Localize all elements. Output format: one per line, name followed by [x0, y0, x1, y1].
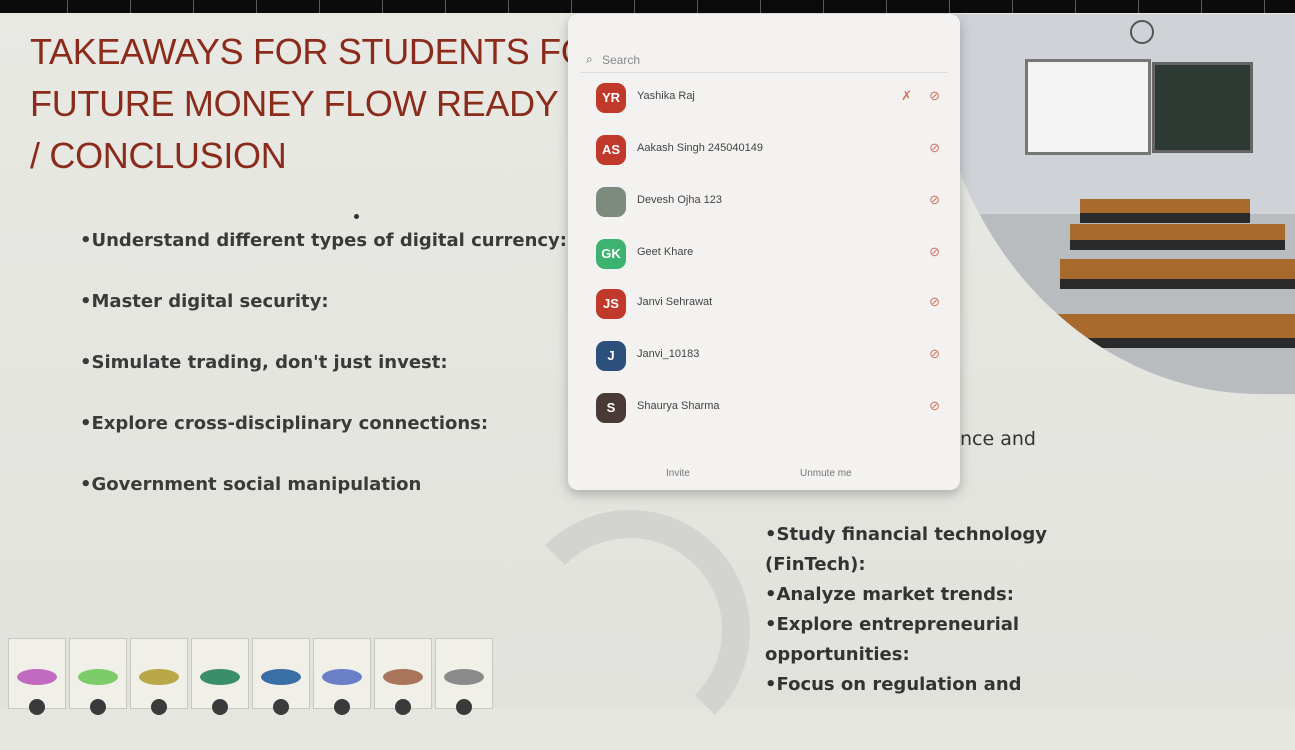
- bullet-item: •Simulate trading, don't just invest:: [80, 352, 448, 373]
- participant-row[interactable]: J Janvi_10183 ⊘: [596, 336, 948, 376]
- search-icon: ⌕: [586, 52, 593, 66]
- topbar-divider: [634, 0, 635, 13]
- topbar-divider: [445, 0, 446, 13]
- decorative-swirl: [510, 510, 750, 750]
- topbar-divider: [760, 0, 761, 13]
- classroom-photo: [930, 14, 1295, 394]
- avatar: AS: [596, 135, 626, 165]
- participant-row[interactable]: AS Aakash Singh 245040149 ⊘: [596, 130, 948, 170]
- participant-row[interactable]: S Shaurya Sharma ⊘: [596, 388, 948, 428]
- right-bullet-item: •Analyze market trends:: [765, 584, 1014, 605]
- unmute-button[interactable]: Unmute me: [800, 468, 852, 479]
- topbar-divider: [823, 0, 824, 13]
- banknote: [191, 638, 249, 715]
- right-bullet-item: •Explore entrepreneurial opportunities:: [765, 614, 1020, 665]
- avatar: J: [596, 341, 626, 371]
- banknote: [435, 638, 493, 715]
- banknote: [130, 638, 188, 715]
- desk: [1070, 224, 1285, 250]
- presentation-slide: TAKEAWAYS FOR STUDENTS FO FUTURE MONEY F…: [0, 0, 1295, 750]
- video-off-icon[interactable]: ⊘: [929, 294, 940, 310]
- takeaways-list: •Understand different types of digital c…: [80, 230, 567, 535]
- top-bar: [0, 0, 1295, 13]
- right-bullets: •Study financial technology (FinTech): •…: [765, 520, 1065, 700]
- participant-name: Aakash Singh 245040149: [637, 142, 763, 154]
- topbar-divider: [1264, 0, 1265, 13]
- banknote: [374, 638, 432, 715]
- whiteboard: [1025, 59, 1151, 155]
- participant-name: Devesh Ojha 123: [637, 194, 722, 206]
- participant-name: Geet Khare: [637, 246, 694, 258]
- mic-muted-icon[interactable]: ✗: [901, 88, 912, 104]
- right-bullet-item: •Study financial technology (FinTech):: [765, 524, 1047, 575]
- bullet-item: •Master digital security:: [80, 291, 329, 312]
- participant-name: Shaurya Sharma: [637, 400, 720, 412]
- bullet-item: •Government social manipulation: [80, 474, 422, 495]
- topbar-divider: [949, 0, 950, 13]
- title-line-3: / CONCLUSION: [30, 135, 287, 176]
- topbar-divider: [1201, 0, 1202, 13]
- topbar-divider: [1138, 0, 1139, 13]
- participant-name: Janvi Sehrawat: [637, 296, 713, 308]
- avatar: YR: [596, 83, 626, 113]
- video-off-icon[interactable]: ⊘: [929, 140, 940, 156]
- wall-clock: [1130, 20, 1154, 44]
- topbar-divider: [256, 0, 257, 13]
- topbar-divider: [1012, 0, 1013, 13]
- right-bullet-item: •Focus on regulation and: [765, 674, 1022, 695]
- participant-row[interactable]: Devesh Ojha 123 ⊘: [596, 182, 948, 222]
- panel-header: [568, 14, 960, 44]
- topbar-divider: [886, 0, 887, 13]
- video-off-icon[interactable]: ⊘: [929, 88, 940, 104]
- video-off-icon[interactable]: ⊘: [929, 192, 940, 208]
- avatar-photo: [596, 187, 626, 217]
- participant-name: Janvi_10183: [637, 348, 700, 360]
- title-line-1: TAKEAWAYS FOR STUDENTS FO: [30, 31, 589, 72]
- bullet-item: •Explore cross-disciplinary connections:: [80, 413, 489, 434]
- topbar-divider: [508, 0, 509, 13]
- topbar-divider: [193, 0, 194, 13]
- video-off-icon[interactable]: ⊘: [929, 398, 940, 414]
- participant-row[interactable]: GK Geet Khare ⊘: [596, 234, 948, 274]
- video-off-icon[interactable]: ⊘: [929, 244, 940, 260]
- participant-row[interactable]: YR Yashika Raj ✗ ⊘: [596, 78, 948, 118]
- banknote: [69, 638, 127, 715]
- title-line-2: FUTURE MONEY FLOW READY: [30, 83, 559, 124]
- participant-row[interactable]: JS Janvi Sehrawat ⊘: [596, 284, 948, 324]
- invite-button[interactable]: Invite: [666, 468, 690, 479]
- avatar: JS: [596, 289, 626, 319]
- topbar-divider: [571, 0, 572, 13]
- banknote-strip: [8, 636, 498, 715]
- stray-dot: [354, 214, 359, 219]
- bullet-item: •Understand different types of digital c…: [80, 230, 567, 251]
- avatar: GK: [596, 239, 626, 269]
- topbar-divider: [67, 0, 68, 13]
- banknote: [252, 638, 310, 715]
- banknote: [8, 638, 66, 715]
- partial-text: nce and: [960, 428, 1036, 450]
- search-placeholder[interactable]: Search: [602, 53, 640, 67]
- participant-name: Yashika Raj: [637, 90, 695, 102]
- desk: [1060, 259, 1295, 289]
- topbar-divider: [1075, 0, 1076, 13]
- desk: [1080, 199, 1250, 223]
- topbar-divider: [130, 0, 131, 13]
- topbar-divider: [319, 0, 320, 13]
- avatar: S: [596, 393, 626, 423]
- slide-title: TAKEAWAYS FOR STUDENTS FO FUTURE MONEY F…: [30, 26, 590, 182]
- topbar-divider: [382, 0, 383, 13]
- banknote: [313, 638, 371, 715]
- blackboard: [1152, 62, 1253, 153]
- topbar-divider: [697, 0, 698, 13]
- desk: [1040, 314, 1295, 348]
- participants-panel: ⌕ Search YR Yashika Raj ✗ ⊘ AS Aakash Si…: [568, 14, 960, 490]
- video-off-icon[interactable]: ⊘: [929, 346, 940, 362]
- participant-search[interactable]: ⌕ Search: [580, 48, 948, 73]
